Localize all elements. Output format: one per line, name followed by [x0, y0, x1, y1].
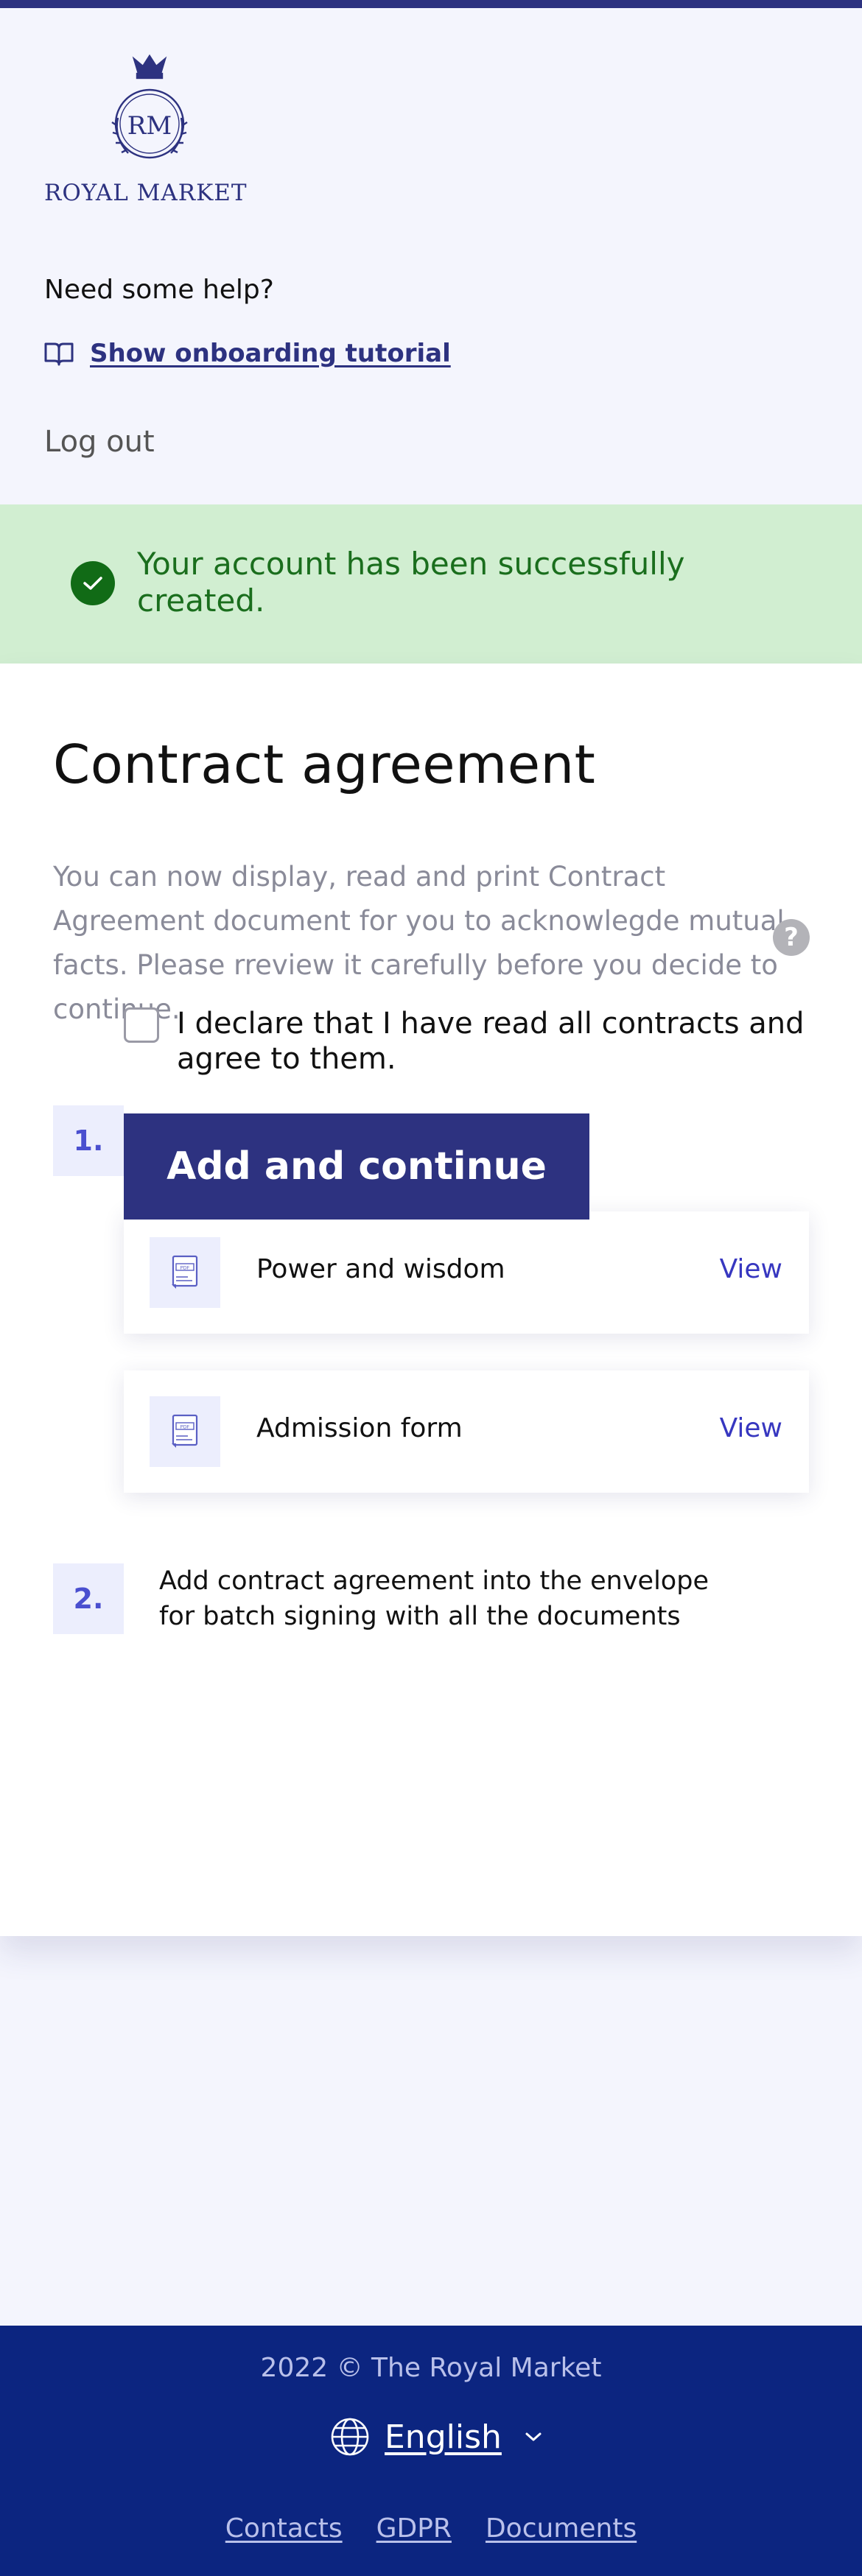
book-icon	[44, 342, 74, 366]
pdf-icon: PDF	[150, 1396, 220, 1467]
success-message: Your account has been successfully creat…	[137, 546, 685, 619]
logo-monogram: RM	[127, 111, 172, 141]
top-accent-bar	[0, 0, 862, 8]
chevron-down-icon	[525, 2432, 542, 2441]
svg-text:PDF: PDF	[181, 1265, 190, 1271]
crown-laurel-emblem-icon: RM	[111, 54, 188, 159]
step-number-2: 2.	[53, 1563, 124, 1634]
page-title: Contract agreement	[53, 733, 596, 795]
site-footer: 2022 © The Royal Market English Contacts…	[0, 2326, 862, 2576]
step-number-1: 1.	[53, 1105, 124, 1176]
copyright-text: 2022 © The Royal Market	[260, 2353, 602, 2383]
view-document-link[interactable]: View	[720, 1413, 782, 1443]
checkmark-icon	[71, 561, 115, 605]
document-name: Power and wisdom	[256, 1254, 505, 1284]
step-label-2: Add contract agreement into the envelope…	[159, 1566, 709, 1631]
document-card[interactable]: PDF Power and wisdom View	[124, 1211, 809, 1334]
document-name: Admission form	[256, 1413, 463, 1443]
contract-agreement-card: Contract agreement You can now display, …	[0, 664, 862, 1936]
document-card[interactable]: PDF Admission form View	[124, 1370, 809, 1493]
tutorial-link-label[interactable]: Show onboarding tutorial	[90, 339, 451, 368]
globe-icon	[331, 2418, 369, 2456]
declaration-checkbox-row[interactable]: I declare that I have read all contracts…	[124, 1006, 816, 1077]
svg-text:PDF: PDF	[181, 1424, 190, 1430]
footer-links: Contacts GDPR Documents	[0, 2513, 862, 2544]
add-and-continue-button[interactable]: Add and continue	[124, 1113, 589, 1220]
logout-button[interactable]: Log out	[44, 425, 155, 459]
footer-link-documents[interactable]: Documents	[486, 2513, 637, 2544]
help-title: Need some help?	[44, 275, 274, 305]
language-label[interactable]: English	[385, 2418, 502, 2456]
help-question-icon[interactable]: ?	[773, 919, 810, 956]
onboarding-tutorial-link[interactable]: Show onboarding tutorial	[44, 335, 451, 372]
logo-wordmark: ROYAL MARKET	[44, 180, 248, 206]
declaration-label[interactable]: I declare that I have read all contracts…	[177, 1006, 816, 1077]
language-selector[interactable]: English	[330, 2410, 543, 2463]
pdf-icon: PDF	[150, 1237, 220, 1308]
footer-link-contacts[interactable]: Contacts	[225, 2513, 343, 2544]
declaration-checkbox[interactable]	[124, 1007, 159, 1043]
intro-text: You can now display, read and print Cont…	[53, 861, 785, 1025]
footer-link-gdpr[interactable]: GDPR	[376, 2513, 452, 2544]
view-document-link[interactable]: View	[720, 1254, 782, 1284]
royal-market-logo[interactable]: RM ROYAL MARKET	[44, 52, 265, 214]
success-banner: Your account has been successfully creat…	[0, 504, 862, 664]
